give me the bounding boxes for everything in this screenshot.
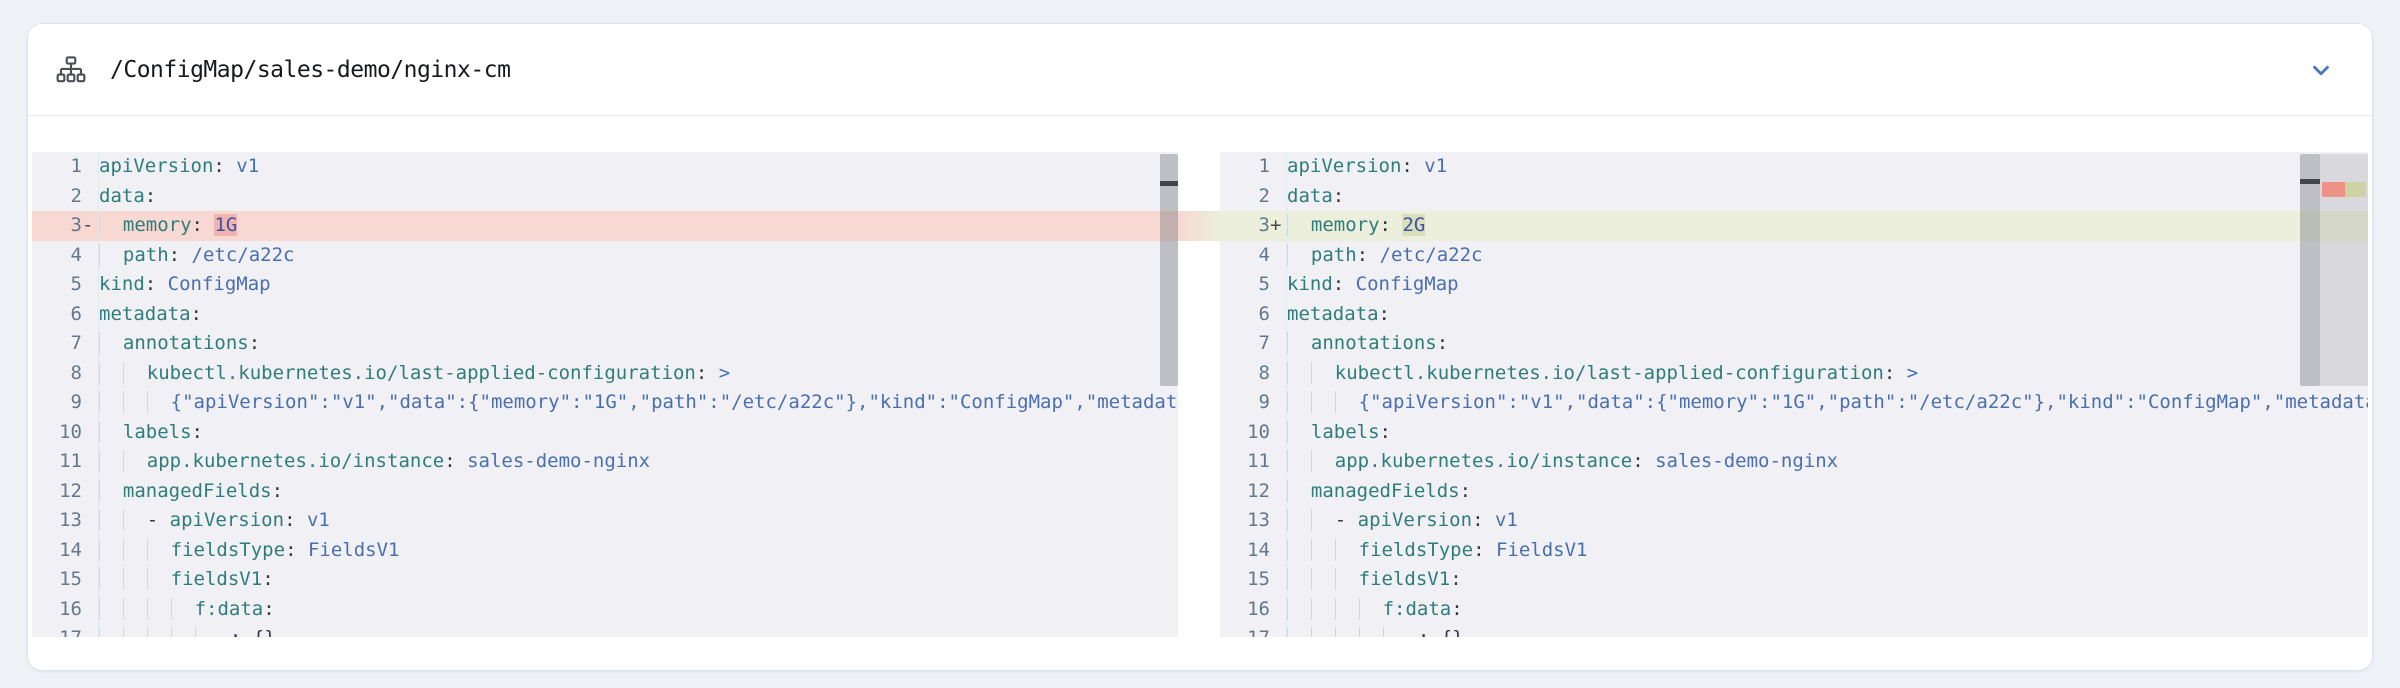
code-lines-left: 1apiVersion: v12data:3- memory: 1G4 path… xyxy=(32,152,1178,637)
chevron-down-icon[interactable] xyxy=(2306,55,2336,85)
code-line: 6metadata: xyxy=(1220,300,2368,330)
code-line: 13 - apiVersion: v1 xyxy=(32,506,1178,536)
code-line: 16 f:data: xyxy=(1220,595,2368,625)
code-line: 15 fieldsV1: xyxy=(32,565,1178,595)
code-line: 1apiVersion: v1 xyxy=(32,152,1178,182)
code-line: 16 f:data: xyxy=(32,595,1178,625)
diff-pane-left[interactable]: 1apiVersion: v12data:3- memory: 1G4 path… xyxy=(32,152,1178,637)
overview-ruler[interactable] xyxy=(2320,152,2368,637)
code-line: 8 kubectl.kubernetes.io/last-applied-con… xyxy=(1220,359,2368,389)
code-line: 4 path: /etc/a22c xyxy=(32,241,1178,271)
page-background: /ConfigMap/sales-demo/nginx-cm 1apiVersi… xyxy=(0,0,2400,688)
code-lines-right: 1apiVersion: v12data:3+ memory: 2G4 path… xyxy=(1220,152,2368,637)
code-line: 9 {"apiVersion":"v1","data":{"memory":"1… xyxy=(32,388,1178,418)
left-scrollbar-diff-marker xyxy=(1160,181,1178,186)
diff-pane-right[interactable]: 1apiVersion: v12data:3+ memory: 2G4 path… xyxy=(1220,152,2368,637)
code-line: 2data: xyxy=(32,182,1178,212)
resource-diff-card: /ConfigMap/sales-demo/nginx-cm 1apiVersi… xyxy=(28,24,2372,670)
code-line: 11 app.kubernetes.io/instance: sales-dem… xyxy=(1220,447,2368,477)
code-line: 17 .: {} xyxy=(32,624,1178,637)
card-header: /ConfigMap/sales-demo/nginx-cm xyxy=(28,24,2372,116)
left-scrollbar-thumb[interactable] xyxy=(1160,154,1178,386)
code-line: 17 .: {} xyxy=(1220,624,2368,637)
code-line: 7 annotations: xyxy=(32,329,1178,359)
code-line: 12 managedFields: xyxy=(1220,477,2368,507)
resource-path-title: /ConfigMap/sales-demo/nginx-cm xyxy=(110,57,510,83)
code-line: 2data: xyxy=(1220,182,2368,212)
code-line: 3+ memory: 2G xyxy=(1220,211,2368,241)
code-line: 15 fieldsV1: xyxy=(1220,565,2368,595)
diff-change-connector xyxy=(1178,211,1220,241)
code-line: 13 - apiVersion: v1 xyxy=(1220,506,2368,536)
code-line: 8 kubectl.kubernetes.io/last-applied-con… xyxy=(32,359,1178,389)
code-line: 11 app.kubernetes.io/instance: sales-dem… xyxy=(32,447,1178,477)
code-line: 14 fieldsType: FieldsV1 xyxy=(1220,536,2368,566)
code-line: 9 {"apiVersion":"v1","data":{"memory":"1… xyxy=(1220,388,2368,418)
code-line: 3- memory: 1G xyxy=(32,211,1178,241)
code-line: 5kind: ConfigMap xyxy=(32,270,1178,300)
code-line: 12 managedFields: xyxy=(32,477,1178,507)
right-scrollbar-diff-marker xyxy=(2300,179,2320,184)
code-line: 10 labels: xyxy=(1220,418,2368,448)
code-line: 1apiVersion: v1 xyxy=(1220,152,2368,182)
code-line: 7 annotations: xyxy=(1220,329,2368,359)
code-line: 4 path: /etc/a22c xyxy=(1220,241,2368,271)
right-scrollbar-thumb[interactable] xyxy=(2300,154,2320,386)
code-line: 10 labels: xyxy=(32,418,1178,448)
ruler-insertion-marker xyxy=(2345,182,2366,197)
code-line: 14 fieldsType: FieldsV1 xyxy=(32,536,1178,566)
diff-gap xyxy=(1178,152,1220,637)
hierarchy-icon xyxy=(54,53,88,87)
ruler-deletion-marker xyxy=(2322,182,2345,197)
code-line: 6metadata: xyxy=(32,300,1178,330)
diff-content: 1apiVersion: v12data:3- memory: 1G4 path… xyxy=(28,116,2372,670)
code-line: 5kind: ConfigMap xyxy=(1220,270,2368,300)
